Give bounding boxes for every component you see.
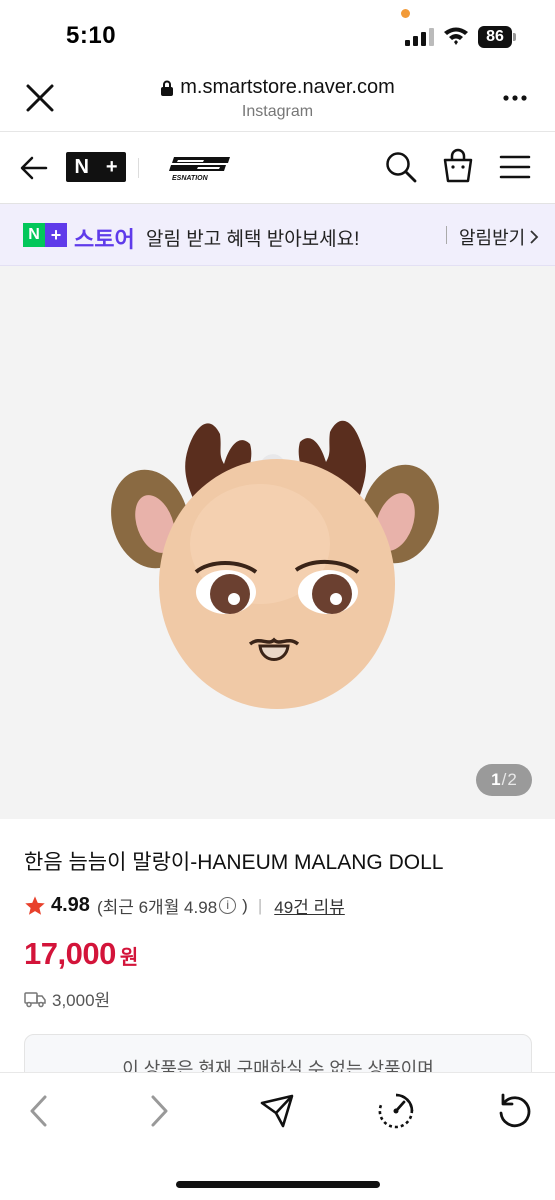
url-text: m.smartstore.naver.com <box>180 76 395 98</box>
store-label: 스토어 <box>74 227 135 252</box>
shopping-bag-icon[interactable] <box>442 148 474 184</box>
shipping-fee: 3,000원 <box>52 991 111 1010</box>
battery-level: 86 <box>478 26 512 48</box>
esnation-logo[interactable]: ESNATION <box>168 154 232 182</box>
home-indicator[interactable] <box>176 1181 380 1188</box>
review-count-link[interactable]: 49건 리뷰 <box>274 893 345 918</box>
back-arrow-icon[interactable] <box>18 152 50 184</box>
recent-rating: (최근 6개월 4.98 i <box>97 893 237 918</box>
recording-dot-icon <box>401 9 410 18</box>
wifi-icon <box>444 27 468 45</box>
logo-plus: + <box>105 155 118 178</box>
cellular-signal-icon <box>405 28 434 46</box>
chevron-right-icon <box>530 230 539 244</box>
svg-text:ESNATION: ESNATION <box>172 175 209 182</box>
lock-icon <box>161 80 174 96</box>
shipping-row: 3,000원 <box>24 986 110 1011</box>
source-label: Instagram <box>241 103 314 120</box>
subscribe-alert-label: 알림받기 <box>459 228 526 248</box>
close-icon[interactable] <box>22 80 58 116</box>
status-bar: 5:10 86 <box>0 0 555 66</box>
battery-icon: 86 <box>478 26 518 48</box>
forward-icon[interactable] <box>138 1091 178 1131</box>
product-photo <box>111 420 439 709</box>
notice-divider <box>446 226 447 244</box>
product-title: 한음 늠늠이 말랑이-HANEUM MALANG DOLL <box>24 851 444 874</box>
naver-plus-logo[interactable]: N + <box>66 152 126 182</box>
rating-value: 4.98 <box>51 894 90 916</box>
price-row: 17,000 원 <box>24 936 138 972</box>
rating-row: 4.98 (최근 6개월 4.98 i ) | 49건 리뷰 <box>24 893 345 918</box>
back-icon[interactable] <box>20 1091 60 1131</box>
image-counter: 1 / 2 <box>476 764 532 796</box>
speed-icon[interactable] <box>376 1091 416 1131</box>
more-icon[interactable] <box>498 84 532 112</box>
browser-header: m.smartstore.naver.com Instagram <box>0 66 555 132</box>
subscribe-alert-button[interactable]: 알림받기 <box>459 224 539 250</box>
product-image-carousel[interactable]: 1 / 2 <box>0 266 555 819</box>
notification-banner[interactable]: N + 스토어 알림 받고 혜택 받아보세요! 알림받기 <box>0 204 555 266</box>
truck-icon <box>24 991 46 1007</box>
info-icon[interactable]: i <box>219 897 237 914</box>
share-icon[interactable] <box>257 1091 297 1131</box>
naver-plus-store-logo: N + <box>23 223 67 247</box>
star-icon <box>25 895 45 915</box>
store-nav: N + ESNATION <box>0 132 555 204</box>
menu-icon[interactable] <box>499 152 531 182</box>
notice-message: 알림 받고 혜택 받아보세요! <box>146 229 360 250</box>
browser-toolbar <box>0 1072 555 1200</box>
rating-divider: | <box>257 895 263 915</box>
status-time: 5:10 <box>66 22 117 49</box>
price-unit: 원 <box>119 947 139 969</box>
price: 17,000 <box>24 936 116 971</box>
logo-n: N <box>74 155 89 178</box>
url-area[interactable]: m.smartstore.naver.com Instagram <box>100 76 455 121</box>
search-icon[interactable] <box>384 150 418 184</box>
reload-icon[interactable] <box>494 1091 534 1131</box>
nav-divider <box>138 158 139 178</box>
